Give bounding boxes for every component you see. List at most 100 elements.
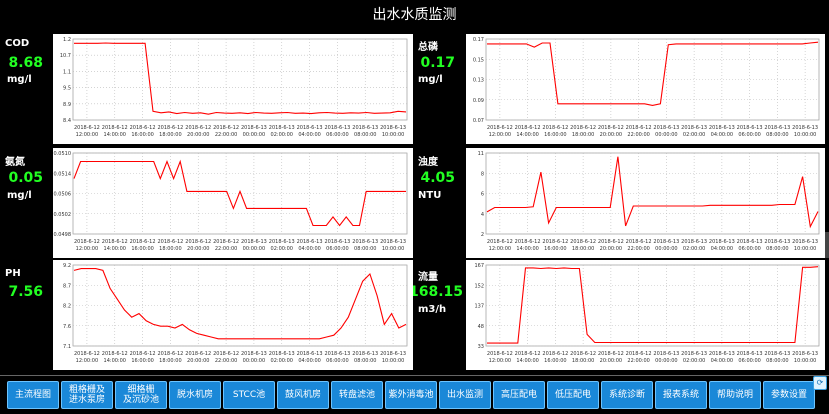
bottom-nav: 主流程图 粗格栅及 进水泵房 细格栅 及沉砂池 脱水机房 STCC池 鼓风机房 转盘滤池 紫外… — [0, 377, 829, 414]
x-tick-label: 00:00:00 — [243, 358, 265, 364]
y-tick-label: 1.1 — [63, 69, 71, 75]
param-unit-flow: m3/h — [418, 304, 447, 315]
x-tick-label: 20:00:00 — [600, 132, 622, 138]
x-tick-label: 14:00:00 — [104, 246, 126, 252]
x-tick-label: 2018-6-12 — [598, 239, 624, 245]
series-line — [73, 159, 406, 227]
x-tick-label: 10:00:00 — [794, 132, 816, 138]
x-tick-label: 2018-6-12 — [157, 351, 183, 357]
x-tick-label: 2018-6-12 — [515, 351, 541, 357]
nav-button-4[interactable]: STCC池 — [223, 381, 275, 409]
x-tick-label: 12:00:00 — [489, 358, 511, 364]
x-tick-label: 22:00:00 — [215, 246, 237, 252]
x-tick-label: 16:00:00 — [131, 358, 153, 364]
x-tick-label: 06:00:00 — [326, 132, 348, 138]
nav-button-9[interactable]: 高压配电 — [493, 381, 545, 409]
nav-button-14[interactable]: 参数设置 — [763, 381, 815, 409]
x-tick-label: 02:00:00 — [271, 358, 293, 364]
x-tick-label: 18:00:00 — [159, 246, 181, 252]
x-tick-label: 10:00:00 — [382, 132, 404, 138]
chart-ph: 2018-6-12 12:00:00 2018-6-12 14:00:00 2018-6… — [53, 260, 413, 370]
y-tick-label: 6 — [481, 192, 484, 198]
x-tick-label: 18:00:00 — [159, 132, 181, 138]
refresh-icon[interactable]: ⟳ — [813, 376, 827, 390]
nav-button-0[interactable]: 主流程图 — [7, 381, 59, 409]
x-tick-label: 00:00:00 — [243, 132, 265, 138]
x-tick-label: 22:00:00 — [627, 246, 649, 252]
x-tick-label: 2018-6-12 — [185, 351, 211, 357]
x-tick-label: 10:00:00 — [382, 246, 404, 252]
x-tick-label: 2018-6-12 — [185, 239, 211, 245]
nav-button-3[interactable]: 脱水机房 — [169, 381, 221, 409]
x-tick-label: 2018-6-12 — [487, 239, 513, 245]
x-tick-label: 12:00:00 — [76, 132, 98, 138]
x-tick-label: 2018-6-12 — [213, 125, 239, 131]
y-tick-label: 7.1 — [63, 344, 71, 350]
y-tick-label: 0.0498 — [54, 232, 72, 238]
x-tick-label: 2018-6-13 — [241, 351, 267, 357]
y-tick-label: 9.2 — [63, 263, 71, 269]
nav-button-2[interactable]: 细格栅 及沉砂池 — [115, 381, 167, 409]
chart-tp: 2018-6-12 12:00:00 2018-6-12 14:00:00 2018-6… — [466, 34, 825, 144]
x-tick-label: 2018-6-13 — [297, 239, 323, 245]
x-tick-label: 2018-6-13 — [681, 239, 707, 245]
x-tick-label: 2018-6-13 — [737, 351, 763, 357]
nav-button-11[interactable]: 系统诊断 — [601, 381, 653, 409]
y-tick-label: 9.5 — [63, 86, 71, 92]
scrollbar[interactable] — [825, 232, 829, 258]
x-tick-label: 2018-6-13 — [241, 125, 267, 131]
x-tick-label: 22:00:00 — [627, 132, 649, 138]
x-tick-label: 2018-6-12 — [74, 351, 100, 357]
nav-button-12[interactable]: 报表系统 — [655, 381, 707, 409]
x-tick-label: 08:00:00 — [354, 358, 376, 364]
x-tick-label: 02:00:00 — [683, 246, 705, 252]
x-tick-label: 14:00:00 — [104, 132, 126, 138]
nav-button-7[interactable]: 紫外消毒池 — [385, 381, 437, 409]
x-tick-label: 20:00:00 — [187, 358, 209, 364]
x-tick-label: 04:00:00 — [298, 246, 320, 252]
nav-button-5[interactable]: 鼓风机房 — [277, 381, 329, 409]
x-tick-label: 02:00:00 — [271, 132, 293, 138]
x-tick-label: 06:00:00 — [738, 358, 760, 364]
x-tick-label: 10:00:00 — [794, 358, 816, 364]
nav-button-8[interactable]: 出水监测 — [439, 381, 491, 409]
x-tick-label: 2018-6-13 — [269, 239, 295, 245]
x-tick-label: 04:00:00 — [298, 358, 320, 364]
y-tick-label: 2 — [481, 232, 484, 238]
x-tick-label: 2018-6-13 — [709, 351, 735, 357]
x-tick-label: 02:00:00 — [683, 132, 705, 138]
x-tick-label: 00:00:00 — [655, 358, 677, 364]
x-tick-label: 20:00:00 — [187, 246, 209, 252]
x-tick-label: 2018-6-13 — [380, 125, 406, 131]
y-tick-label: 11 — [478, 151, 484, 157]
y-tick-label: 0.0502 — [54, 212, 72, 218]
x-tick-label: 16:00:00 — [544, 132, 566, 138]
x-tick-label: 04:00:00 — [298, 132, 320, 138]
x-tick-label: 18:00:00 — [572, 132, 594, 138]
x-tick-label: 2018-6-12 — [570, 239, 596, 245]
plot-frame — [72, 264, 408, 347]
x-tick-label: 2018-6-12 — [102, 351, 128, 357]
y-tick-label: 48 — [478, 324, 484, 330]
page-title: 出水水质监测 — [372, 7, 457, 23]
nav-button-10[interactable]: 低压配电 — [547, 381, 599, 409]
x-tick-label: 2018-6-13 — [764, 239, 790, 245]
y-tick-label: 0.0506 — [54, 192, 72, 198]
x-tick-label: 2018-6-13 — [653, 239, 679, 245]
nav-button-13[interactable]: 帮助说明 — [709, 381, 761, 409]
x-tick-label: 2018-6-13 — [709, 125, 735, 131]
nav-button-1[interactable]: 粗格栅及 进水泵房 — [61, 381, 113, 409]
x-tick-label: 2018-6-12 — [157, 239, 183, 245]
nav-button-6[interactable]: 转盘滤池 — [331, 381, 383, 409]
x-tick-label: 2018-6-12 — [74, 239, 100, 245]
x-tick-label: 16:00:00 — [544, 358, 566, 364]
param-name-turbidity: 浊度 — [418, 157, 438, 168]
x-tick-label: 2018-6-12 — [542, 125, 568, 131]
y-tick-label: 4 — [481, 212, 484, 218]
x-tick-label: 06:00:00 — [738, 246, 760, 252]
x-tick-label: 2018-6-12 — [185, 125, 211, 131]
x-tick-label: 2018-6-12 — [515, 125, 541, 131]
y-tick-label: 137 — [474, 304, 484, 310]
x-tick-label: 2018-6-12 — [542, 239, 568, 245]
y-tick-label: 1.2 — [63, 37, 71, 43]
